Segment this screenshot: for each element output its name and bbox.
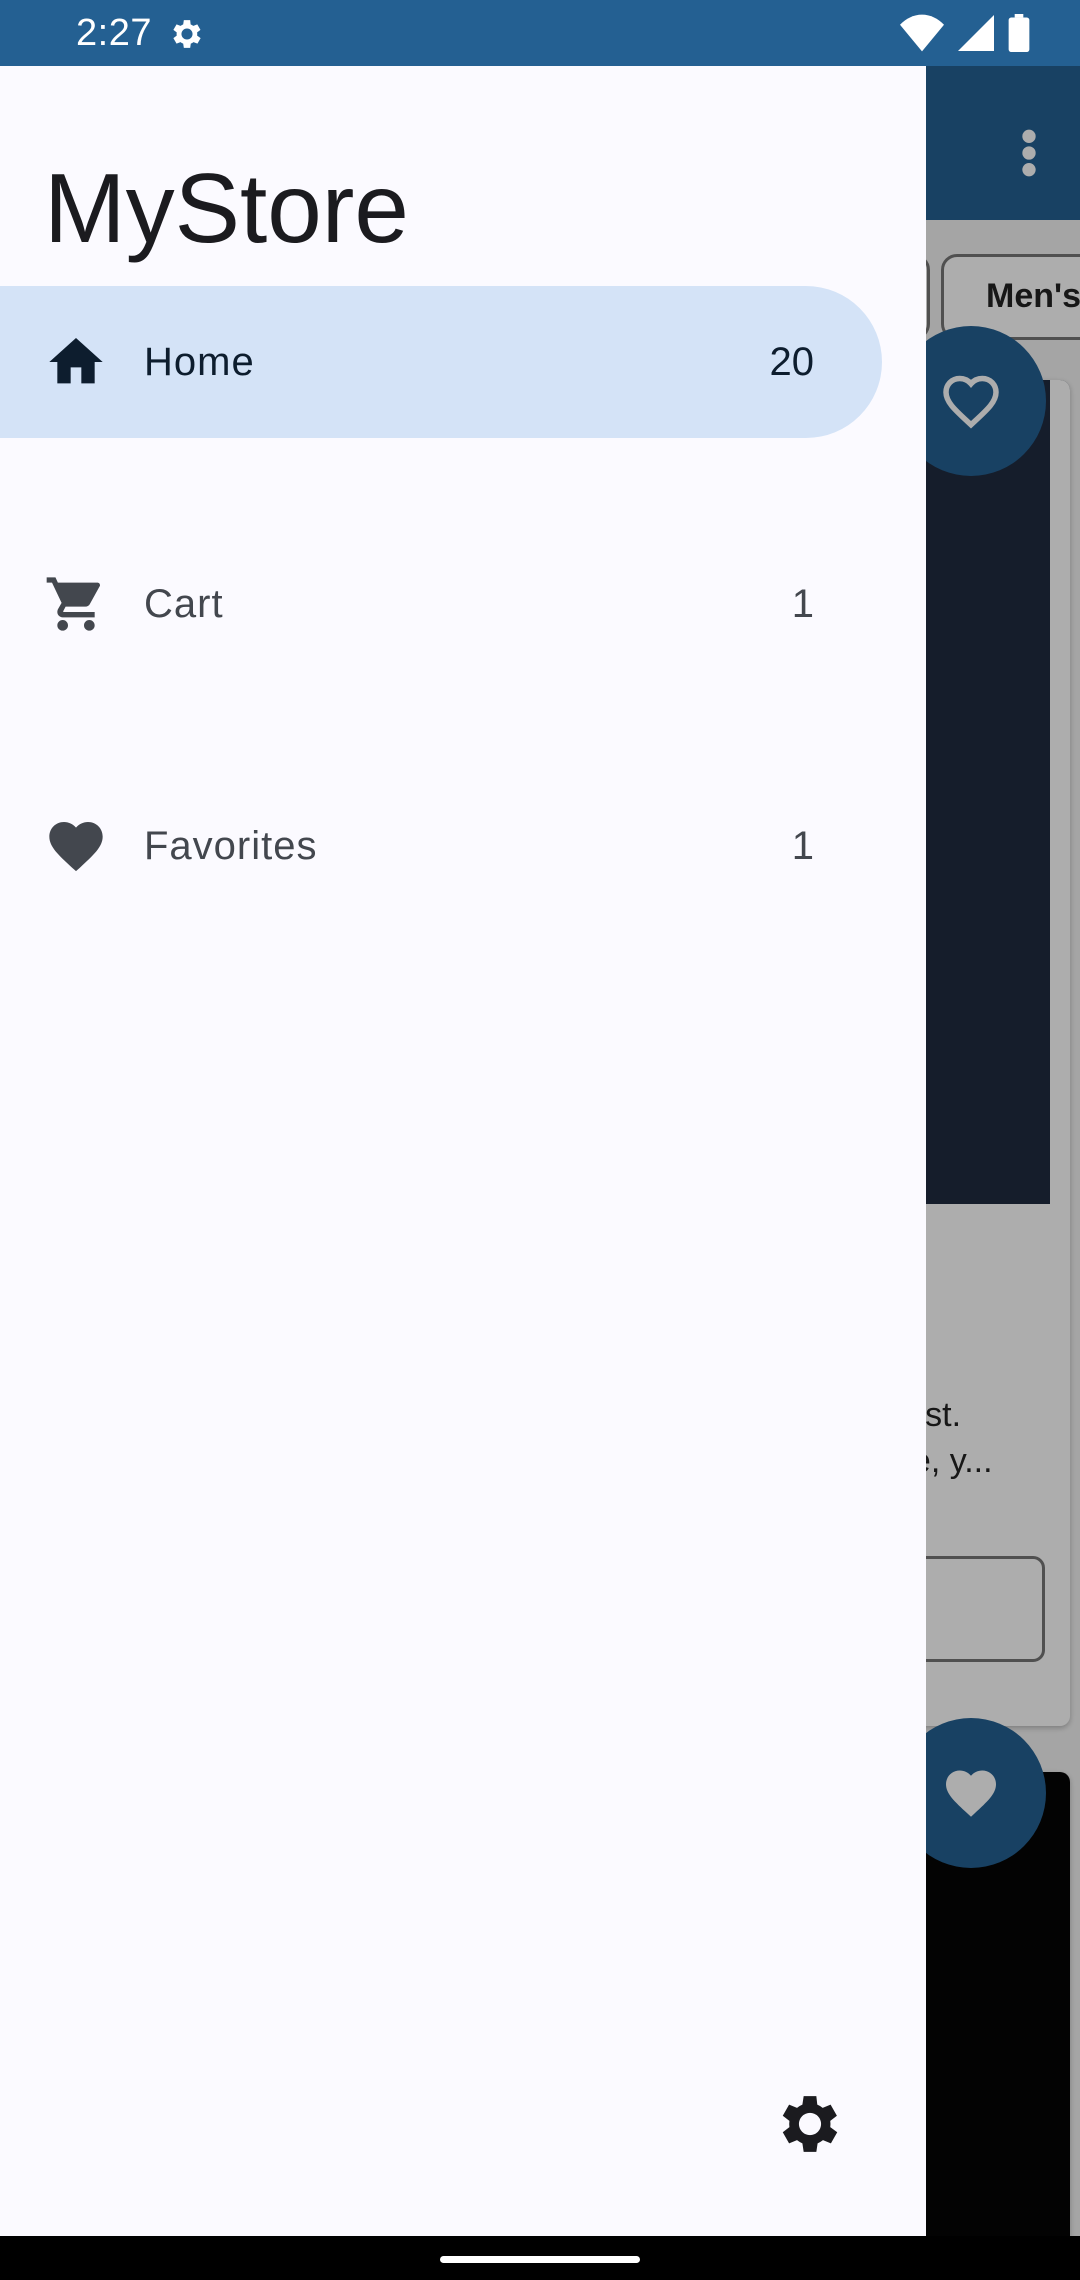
gesture-nav-bar <box>0 2236 1080 2280</box>
heart-icon <box>49 822 103 872</box>
battery-icon <box>1008 14 1030 52</box>
nav-item-badge: 1 <box>791 823 814 868</box>
cart-icon <box>46 577 100 631</box>
nav-item-label: Cart <box>144 581 224 626</box>
wifi-icon <box>900 14 944 52</box>
status-bar: 2:27 <box>0 0 1080 66</box>
home-gesture-handle[interactable] <box>440 2256 640 2263</box>
settings-icon <box>173 20 201 48</box>
nav-item-badge: 20 <box>769 339 815 384</box>
drawer-title: MyStore <box>44 153 409 263</box>
signal-icon <box>958 15 994 51</box>
nav-item-cart[interactable]: Cart 1 <box>0 528 882 680</box>
nav-item-favorites[interactable]: Favorites 1 <box>0 770 882 922</box>
nav-item-home[interactable]: Home 20 <box>0 286 882 438</box>
nav-item-badge: 1 <box>791 581 814 626</box>
gear-icon[interactable] <box>772 2086 848 2162</box>
navigation-drawer: MyStore Home 20 Cart 1 Favorites 1 <box>0 66 926 2236</box>
nav-item-label: Favorites <box>144 823 318 868</box>
status-icons <box>900 14 1030 52</box>
status-time: 2:27 <box>76 12 152 54</box>
home-icon <box>49 338 103 384</box>
nav-item-label: Home <box>144 339 255 384</box>
